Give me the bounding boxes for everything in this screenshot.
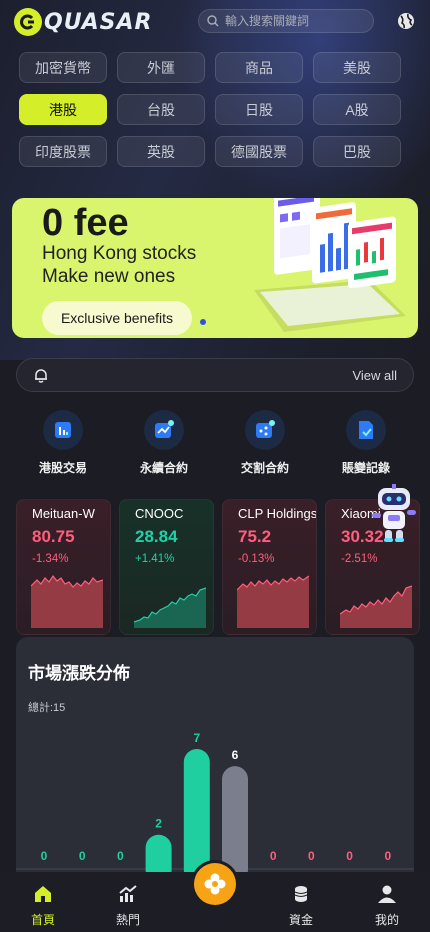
bar-chart-icon bbox=[43, 410, 83, 450]
distribution-chart: 0 0 0 2 7 6 0 0 0 0 bbox=[16, 731, 414, 883]
quick-action-records[interactable]: 賬變記錄 bbox=[331, 410, 401, 476]
brand-name: QUASAR bbox=[44, 9, 153, 35]
market-tab-germany-stocks[interactable]: 德國股票 bbox=[215, 136, 303, 167]
trend-chart-icon bbox=[144, 410, 184, 450]
quick-action-delivery[interactable]: 交割合約 bbox=[230, 410, 300, 476]
market-tab-commodities[interactable]: 商品 bbox=[215, 52, 303, 83]
record-icon bbox=[346, 410, 386, 450]
coins-icon bbox=[294, 886, 308, 902]
stock-sparkline bbox=[31, 574, 103, 628]
brand-logo[interactable]: QUASAR bbox=[14, 8, 152, 36]
market-tab-brazil-stocks[interactable]: 巴股 bbox=[313, 136, 401, 167]
distribution-bar-label: 0 bbox=[308, 849, 315, 863]
stock-change: -1.34% bbox=[32, 553, 69, 565]
distribution-bar-label: 2 bbox=[155, 817, 162, 831]
market-tab-hk-stocks[interactable]: 港股 bbox=[19, 94, 107, 125]
quick-action-hk-trading[interactable]: 港股交易 bbox=[28, 410, 98, 476]
stock-change: -2.51% bbox=[341, 553, 378, 565]
banner-line-2: Make new ones bbox=[42, 266, 176, 287]
distribution-bar-label: 6 bbox=[232, 748, 239, 762]
contract-icon bbox=[245, 410, 285, 450]
stock-name: Meituan-W bbox=[32, 506, 95, 521]
market-tab-us-stocks[interactable]: 美股 bbox=[313, 52, 401, 83]
tab-label: 首頁 bbox=[30, 913, 55, 927]
exclusive-benefits-button[interactable]: Exclusive benefits bbox=[42, 301, 192, 335]
stock-price: 75.2 bbox=[238, 527, 272, 546]
top-header: QUASAR bbox=[0, 0, 430, 44]
distribution-bar bbox=[183, 749, 210, 883]
distribution-bar-label: 0 bbox=[117, 849, 124, 863]
stock-price: 80.75 bbox=[32, 527, 75, 546]
home-icon bbox=[35, 886, 51, 902]
distribution-bar-label: 0 bbox=[384, 849, 391, 863]
market-tab-crypto[interactable]: 加密貨幣 bbox=[19, 52, 107, 83]
stock-sparkline bbox=[340, 585, 412, 628]
robot-assistant-icon[interactable] bbox=[368, 484, 420, 544]
market-tab-india-stocks[interactable]: 印度股票 bbox=[19, 136, 107, 167]
market-distribution-panel: 市場漲跌分佈 總計:15 0002760000 bbox=[16, 637, 414, 897]
distribution-bar-label: 0 bbox=[346, 849, 353, 863]
search-box[interactable] bbox=[198, 9, 374, 33]
language-globe-icon[interactable] bbox=[397, 12, 415, 30]
distribution-bar-label: 0 bbox=[270, 849, 277, 863]
market-tab-a-shares[interactable]: A股 bbox=[313, 94, 401, 125]
stock-change: -0.13% bbox=[238, 553, 275, 565]
search-input[interactable] bbox=[225, 14, 365, 28]
tab-home[interactable]: 首頁 bbox=[13, 884, 73, 928]
view-all-link[interactable]: View all bbox=[352, 368, 397, 383]
market-tab-jp-stocks[interactable]: 日股 bbox=[215, 94, 303, 125]
center-action-button[interactable] bbox=[194, 863, 236, 905]
market-tab-tw-stocks[interactable]: 台股 bbox=[117, 94, 205, 125]
tab-profile[interactable]: 我的 bbox=[357, 884, 417, 928]
quick-action-label: 港股交易 bbox=[38, 461, 87, 475]
banner-line-1: Hong Kong stocks bbox=[42, 243, 197, 264]
tab-funds[interactable]: 資金 bbox=[271, 884, 331, 928]
market-tab-uk-stocks[interactable]: 英股 bbox=[117, 136, 205, 167]
quick-action-label: 賬變記錄 bbox=[341, 461, 390, 475]
user-icon bbox=[378, 885, 396, 903]
quick-action-perpetual[interactable]: 永續合約 bbox=[129, 410, 199, 476]
distribution-bar-label: 0 bbox=[41, 849, 48, 863]
distribution-bar-label: 0 bbox=[79, 849, 86, 863]
trending-icon bbox=[119, 885, 137, 902]
distribution-bar-label: 7 bbox=[193, 731, 200, 745]
banner-headline: 0 fee bbox=[42, 202, 129, 244]
tab-trending[interactable]: 熱門 bbox=[98, 884, 158, 928]
stock-change: +1.41% bbox=[135, 553, 175, 565]
bell-icon bbox=[35, 369, 47, 383]
logo-mark-icon bbox=[14, 8, 42, 36]
stock-charts-illustration bbox=[254, 198, 406, 332]
quick-action-label: 永續合約 bbox=[139, 461, 188, 475]
stock-name: CNOOC bbox=[135, 506, 184, 521]
announcement-bar[interactable]: View all bbox=[16, 358, 414, 392]
stock-sparkline bbox=[237, 575, 309, 628]
promo-banner[interactable]: 0 fee Hong Kong stocks Make new ones Exc… bbox=[12, 198, 418, 338]
flower-icon bbox=[204, 873, 226, 895]
tab-label: 熱門 bbox=[115, 913, 140, 927]
search-icon bbox=[207, 15, 219, 27]
tab-label: 我的 bbox=[374, 913, 399, 927]
stock-price: 28.84 bbox=[135, 527, 178, 546]
carousel-indicator[interactable] bbox=[200, 319, 206, 325]
stock-card-cnooc[interactable]: CNOOC 28.84 +1.41% bbox=[119, 499, 214, 635]
stock-card-clp[interactable]: CLP Holdings 75.2 -0.13% bbox=[222, 499, 317, 635]
tab-label: 資金 bbox=[288, 913, 313, 927]
stock-sparkline bbox=[134, 587, 206, 628]
market-tab-forex[interactable]: 外匯 bbox=[117, 52, 205, 83]
stock-card-meituan[interactable]: Meituan-W 80.75 -1.34% bbox=[16, 499, 111, 635]
stock-name: CLP Holdings bbox=[238, 506, 317, 521]
quick-action-label: 交割合約 bbox=[240, 461, 289, 475]
